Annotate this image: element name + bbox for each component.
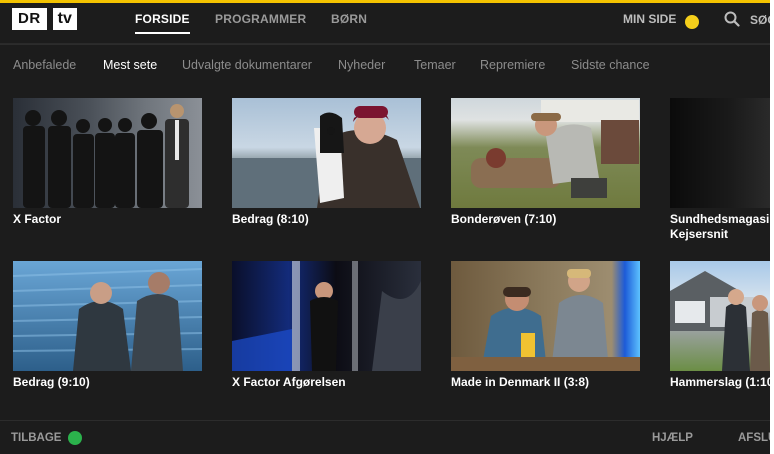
min-side-link[interactable]: MIN SIDE xyxy=(623,12,676,26)
tab-nyheder[interactable]: Nyheder xyxy=(338,58,385,72)
tab-anbefalede[interactable]: Anbefalede xyxy=(13,58,76,72)
thumbnail-bonderoven xyxy=(451,98,640,208)
thumbnail-x-factor xyxy=(13,98,202,208)
exit-button[interactable]: AFSLU xyxy=(738,432,774,444)
tile-title: Bonderøven (7:10) xyxy=(451,212,557,226)
dr-tv-logo[interactable]: DR tv xyxy=(12,8,77,30)
help-button[interactable]: HJÆLP xyxy=(652,432,693,444)
tile-title: Made in Denmark II (3:8) xyxy=(451,375,590,389)
search-icon[interactable] xyxy=(724,11,740,27)
category-tabs: Anbefalede Mest sete Udvalgte dokumentar… xyxy=(0,58,774,76)
right-edge-border xyxy=(770,0,774,454)
tile-title: X Factor xyxy=(13,212,62,226)
header-divider xyxy=(0,44,774,45)
nav-forside[interactable]: FORSIDE xyxy=(135,12,190,34)
thumbnail-bedrag-9 xyxy=(13,261,202,371)
green-button-indicator xyxy=(68,431,82,445)
tab-udvalgte-dokumentarer[interactable]: Udvalgte dokumentarer xyxy=(182,58,312,72)
thumbnail-x-factor-afgorelsen xyxy=(232,261,421,371)
tab-repremiere[interactable]: Repremiere xyxy=(480,58,545,72)
thumbnail-sundhedsmagasin xyxy=(670,98,770,208)
thumbnail-bedrag-8 xyxy=(232,98,421,208)
thumbnail-made-in-denmark xyxy=(451,261,640,371)
logo-dr: DR xyxy=(12,8,47,30)
thumbnail-hammerslag xyxy=(670,261,770,371)
tile-title: Bedrag (9:10) xyxy=(13,375,90,389)
tab-sidste-chance[interactable]: Sidste chance xyxy=(571,58,650,72)
footer: TILBAGE HJÆLP AFSLU xyxy=(0,421,774,454)
tab-temaer[interactable]: Temaer xyxy=(414,58,456,72)
tile-title: Sundhedsmagasin xyxy=(670,212,774,226)
tile-title: Hammerslag (1:10 xyxy=(670,375,774,389)
tile-subtitle: Kejsersnit xyxy=(670,227,729,241)
header: DR tv FORSIDE PROGRAMMER BØRN MIN SIDE S… xyxy=(0,3,774,44)
tab-mest-sete[interactable]: Mest sete xyxy=(103,58,157,72)
tile-title: Bedrag (8:10) xyxy=(232,212,309,226)
logo-tv: tv xyxy=(52,8,77,30)
back-button[interactable]: TILBAGE xyxy=(11,432,61,444)
tile-title: X Factor Afgørelsen xyxy=(232,375,346,389)
nav-born[interactable]: BØRN xyxy=(331,12,367,26)
nav-programmer[interactable]: PROGRAMMER xyxy=(215,12,306,26)
yellow-button-indicator xyxy=(685,15,699,29)
